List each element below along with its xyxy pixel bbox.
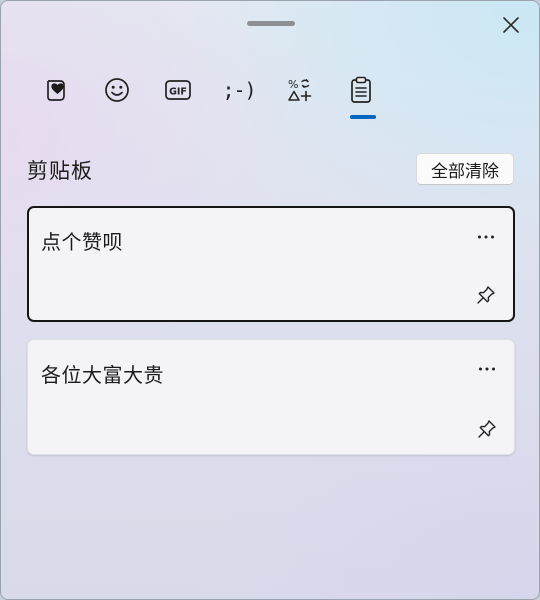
tab-favorites[interactable]	[26, 65, 86, 115]
clipboard-item[interactable]: 各位大富大贵	[27, 339, 515, 455]
tab-clipboard[interactable]	[331, 65, 391, 115]
more-options-button[interactable]	[472, 354, 502, 384]
tab-symbols[interactable]: %	[270, 65, 330, 115]
clipboard-item[interactable]: 点个赞呗	[27, 206, 515, 322]
clipboard-item-text: 点个赞呗	[41, 230, 123, 254]
drag-handle[interactable]	[247, 21, 295, 26]
clear-all-button[interactable]: 全部清除	[416, 153, 514, 185]
svg-text:GIF: GIF	[169, 86, 187, 97]
clipboard-item-text: 各位大富大贵	[41, 363, 164, 387]
more-options-button[interactable]	[471, 222, 501, 252]
tab-emoji[interactable]	[87, 65, 147, 115]
pin-button[interactable]	[471, 280, 501, 310]
symbols-icon: %	[288, 78, 312, 102]
pin-button[interactable]	[472, 414, 502, 444]
heart-sticky-note-icon	[47, 80, 65, 101]
clipboard-panel: GIF ;-) % 剪贴板 全部清除 点个赞呗 各位大富大贵	[0, 0, 540, 600]
tab-kaomoji[interactable]: ;-)	[209, 65, 269, 115]
ellipsis-icon	[478, 235, 494, 239]
section-title: 剪贴板	[27, 159, 93, 183]
svg-text:%: %	[288, 78, 298, 91]
tab-bar: GIF ;-) %	[26, 65, 398, 125]
pin-icon	[478, 420, 496, 438]
tab-gif[interactable]: GIF	[148, 65, 208, 115]
selected-tab-indicator	[350, 115, 376, 119]
pin-icon	[477, 286, 495, 304]
close-button[interactable]	[493, 7, 529, 43]
kaomoji-icon: ;-)	[222, 78, 256, 102]
close-icon	[503, 17, 519, 33]
ellipsis-icon	[479, 367, 495, 371]
clipboard-icon	[351, 76, 371, 103]
smiley-icon	[105, 78, 129, 102]
gif-icon: GIF	[165, 80, 191, 100]
